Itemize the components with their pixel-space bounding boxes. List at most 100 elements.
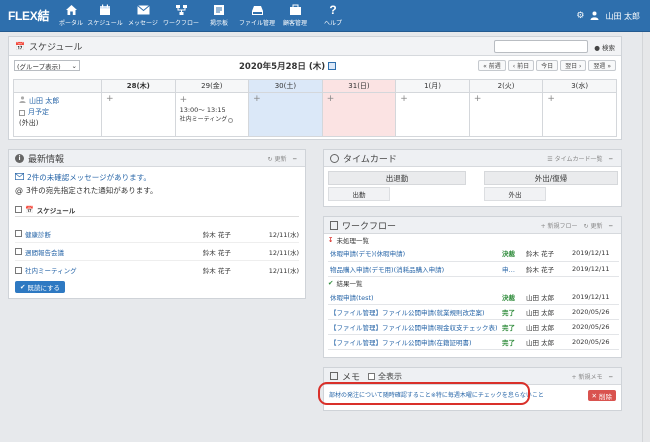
workflow-row[interactable]: 物品購入申請(デモ用)(消耗品購入申請) 申… 鈴木 花子 2019/12/11 — [328, 261, 619, 277]
check-icon: ✔ — [328, 279, 334, 287]
day-header-saturday[interactable]: 30(土) — [248, 79, 323, 93]
new-memo-link[interactable]: + 新規メモ — [572, 372, 603, 381]
monthly-schedule-link[interactable]: 月予定 — [28, 107, 49, 118]
day-header[interactable]: 3(水) — [542, 79, 617, 93]
top-navigation-bar: FLEX結 ポータル スケジュール メッセージ ワークフロー 掲示板 ファイル管… — [0, 0, 650, 32]
info-row-title[interactable]: 健康診断 — [25, 229, 203, 239]
show-all-label[interactable]: 全表示 — [378, 371, 402, 382]
day-cell[interactable]: + 13:00～ 13:15 社内ミーティング — [174, 92, 250, 137]
nav-help-label: ヘルプ — [323, 20, 342, 27]
workflow-row-user: 山田 太郎 — [524, 289, 570, 305]
workflow-row-user: 鈴木 花子 — [524, 261, 570, 277]
workflow-row-title[interactable]: 【ファイル管理】ファイル公開申請(在籍証明書) — [328, 334, 500, 350]
unread-message-link[interactable]: 2件の未確認メッセージがあります。 — [15, 171, 299, 184]
row-checkbox[interactable] — [15, 230, 22, 237]
timecard-list-link[interactable]: ☰ タイムカード一覧 — [547, 154, 602, 163]
user-menu[interactable]: ⚙ 山田 太郎 — [576, 0, 640, 32]
day-cell[interactable]: + — [101, 92, 176, 137]
nav-message[interactable]: メッセージ — [124, 0, 162, 32]
day-header[interactable]: 2(火) — [468, 79, 544, 93]
day-header[interactable]: 29(金) — [174, 79, 250, 93]
unread-message-text[interactable]: 2件の未確認メッセージがあります。 — [27, 171, 151, 184]
workflow-icon — [175, 4, 188, 16]
select-all-checkbox[interactable] — [15, 206, 22, 213]
row-checkbox[interactable] — [15, 248, 22, 255]
nav-schedule[interactable]: スケジュール — [86, 0, 124, 32]
next-week-button[interactable]: 翌週 » — [588, 60, 616, 71]
info-row[interactable]: 週間報告会議 鈴木 花子 12/11(水) — [15, 243, 299, 261]
refresh-link[interactable]: ↻ 更新 — [584, 221, 603, 230]
nav-portal[interactable]: ポータル — [56, 0, 86, 32]
show-all-checkbox[interactable] — [368, 372, 376, 380]
help-icon: ? — [329, 3, 337, 17]
add-event-icon[interactable]: + — [253, 94, 261, 104]
today-button[interactable]: 今日 — [536, 60, 559, 71]
workflow-row[interactable]: 【ファイル管理】ファイル公開申請(在籍証明書) 完了 山田 太郎 2020/05… — [328, 334, 619, 350]
info-row[interactable]: 健康診断 鈴木 花子 12/11(水) — [15, 225, 299, 243]
memo-delete-button[interactable]: ✕ 削除 — [587, 390, 616, 401]
prev-week-button[interactable]: « 前週 — [478, 60, 506, 71]
info-row[interactable]: 社内ミーティング 鈴木 花子 12/11(水) — [15, 261, 299, 279]
workflow-row-title[interactable]: 休暇申請(デモ)(休暇申請) — [328, 246, 500, 262]
day-cell-sunday[interactable]: + — [321, 92, 397, 137]
day-header[interactable]: 28(木) — [101, 79, 176, 93]
nav-customer-management[interactable]: 顧客管理 — [276, 0, 314, 32]
day-cell-saturday[interactable]: + — [248, 92, 323, 137]
day-cell[interactable]: + — [542, 92, 617, 137]
schedule-search-button[interactable]: ● 検索 — [594, 42, 615, 52]
notice-text[interactable]: 3件の宛先指定された通知があります。 — [26, 184, 158, 197]
day-cell[interactable]: + — [395, 92, 470, 137]
workflow-row[interactable]: 休暇申請(デモ)(休暇申請) 決裁 鈴木 花子 2019/12/11 — [328, 246, 619, 262]
clock-in-out-button[interactable]: 出退勤 — [328, 171, 466, 185]
event-name[interactable]: 社内ミーティング — [180, 115, 228, 125]
refresh-link[interactable]: ↻ 更新 — [268, 154, 287, 163]
collapse-icon[interactable]: – — [609, 372, 614, 382]
collapse-icon[interactable]: – — [293, 154, 298, 164]
row-checkbox[interactable] — [15, 266, 22, 274]
add-event-icon[interactable]: + — [474, 94, 482, 104]
workflow-row-title[interactable]: 【ファイル管理】ファイル公開申請(現金収支チェック表) — [328, 319, 500, 335]
add-event-icon[interactable]: + — [106, 94, 114, 104]
clock-in-button[interactable]: 出勤 — [328, 187, 390, 201]
info-row-user: 鈴木 花子 — [202, 230, 231, 239]
add-event-icon[interactable]: + — [327, 94, 335, 104]
day-header-sunday[interactable]: 31(日) — [321, 79, 397, 93]
workflow-row[interactable]: 【ファイル管理】ファイル公開申請(就業規則改定案) 完了 山田 太郎 2020/… — [328, 304, 619, 320]
person-name-link[interactable]: 山田 太郎 — [29, 96, 59, 107]
collapse-icon[interactable]: – — [609, 154, 614, 164]
workflow-row-title[interactable]: 物品購入申請(デモ用)(消耗品購入申請) — [328, 261, 500, 277]
nav-help[interactable]: ? ヘルプ — [314, 0, 352, 32]
nav-file-management[interactable]: ファイル管理 — [238, 0, 276, 32]
app-logo[interactable]: FLEX結 — [0, 7, 56, 24]
workflow-row-title[interactable]: 【ファイル管理】ファイル公開申請(就業規則改定案) — [328, 304, 500, 320]
info-row-title[interactable]: 社内ミーティング — [25, 265, 203, 275]
day-cell[interactable]: + — [468, 92, 544, 137]
notice-link[interactable]: @ 3件の宛先指定された通知があります。 — [15, 184, 299, 197]
schedule-search-input[interactable] — [494, 40, 589, 53]
prev-day-button[interactable]: ‹ 前日 — [507, 60, 535, 71]
page-scrollbar[interactable] — [642, 32, 650, 442]
mark-read-button[interactable]: ✔ 既読にする — [15, 281, 66, 293]
go-out-return-button[interactable]: 外出/復帰 — [484, 171, 618, 185]
workflow-row-date: 2019/12/11 — [570, 261, 619, 277]
workflow-row-title[interactable]: 休暇申請(test) — [328, 289, 500, 305]
group-select[interactable]: (グループ表示) ⌄ — [14, 60, 80, 71]
calendar-picker-icon[interactable] — [328, 62, 337, 70]
settings-icon[interactable]: ⚙ — [576, 11, 584, 21]
nav-workflow[interactable]: ワークフロー — [162, 0, 200, 32]
next-day-button[interactable]: 翌日 › — [560, 60, 587, 71]
add-event-icon[interactable]: + — [180, 95, 188, 105]
memo-icon — [330, 372, 338, 380]
workflow-row[interactable]: 休暇申請(test) 決裁 山田 太郎 2019/12/11 — [328, 289, 619, 305]
nav-workflow-label: ワークフロー — [162, 20, 199, 27]
collapse-icon[interactable]: – — [609, 221, 614, 231]
add-event-icon[interactable]: + — [547, 94, 555, 104]
day-header[interactable]: 1(月) — [395, 79, 470, 93]
go-out-button[interactable]: 外出 — [484, 187, 546, 201]
add-event-icon[interactable]: + — [400, 94, 408, 104]
nav-board[interactable]: 掲示板 — [200, 0, 238, 32]
workflow-row[interactable]: 【ファイル管理】ファイル公開申請(現金収支チェック表) 完了 山田 太郎 202… — [328, 319, 619, 335]
new-flow-link[interactable]: + 新規フロー — [541, 221, 578, 230]
event-item[interactable]: 社内ミーティング — [180, 115, 245, 125]
info-row-title[interactable]: 週間報告会議 — [25, 247, 203, 257]
